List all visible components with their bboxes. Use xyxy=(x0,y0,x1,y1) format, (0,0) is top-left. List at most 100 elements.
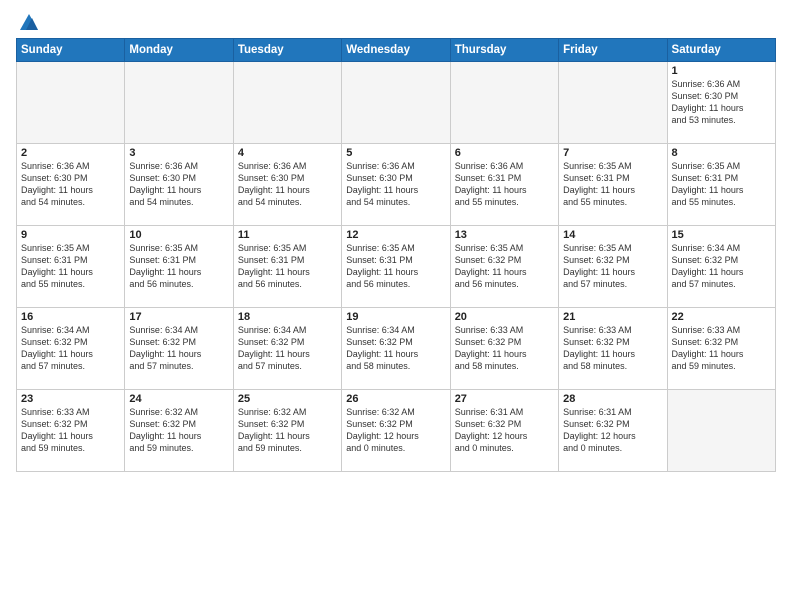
day-number: 10 xyxy=(129,229,228,241)
day-number: 2 xyxy=(21,147,120,159)
calendar-cell: 27Sunrise: 6:31 AM Sunset: 6:32 PM Dayli… xyxy=(450,390,558,472)
day-info: Sunrise: 6:36 AM Sunset: 6:31 PM Dayligh… xyxy=(455,160,554,209)
calendar-cell: 14Sunrise: 6:35 AM Sunset: 6:32 PM Dayli… xyxy=(559,226,667,308)
day-info: Sunrise: 6:35 AM Sunset: 6:32 PM Dayligh… xyxy=(455,242,554,291)
weekday-header-tuesday: Tuesday xyxy=(233,39,341,62)
day-number: 19 xyxy=(346,311,445,323)
day-number: 16 xyxy=(21,311,120,323)
day-info: Sunrise: 6:35 AM Sunset: 6:31 PM Dayligh… xyxy=(672,160,771,209)
weekday-header-row: SundayMondayTuesdayWednesdayThursdayFrid… xyxy=(17,39,776,62)
day-info: Sunrise: 6:32 AM Sunset: 6:32 PM Dayligh… xyxy=(129,406,228,455)
day-number: 6 xyxy=(455,147,554,159)
calendar-cell xyxy=(559,62,667,144)
day-number: 9 xyxy=(21,229,120,241)
day-number: 7 xyxy=(563,147,662,159)
day-info: Sunrise: 6:36 AM Sunset: 6:30 PM Dayligh… xyxy=(346,160,445,209)
day-number: 22 xyxy=(672,311,771,323)
weekday-header-thursday: Thursday xyxy=(450,39,558,62)
day-number: 21 xyxy=(563,311,662,323)
day-number: 28 xyxy=(563,393,662,405)
calendar-cell: 21Sunrise: 6:33 AM Sunset: 6:32 PM Dayli… xyxy=(559,308,667,390)
day-info: Sunrise: 6:33 AM Sunset: 6:32 PM Dayligh… xyxy=(21,406,120,455)
logo xyxy=(16,12,40,30)
calendar-cell xyxy=(233,62,341,144)
day-info: Sunrise: 6:34 AM Sunset: 6:32 PM Dayligh… xyxy=(238,324,337,373)
day-info: Sunrise: 6:32 AM Sunset: 6:32 PM Dayligh… xyxy=(346,406,445,455)
calendar-cell: 17Sunrise: 6:34 AM Sunset: 6:32 PM Dayli… xyxy=(125,308,233,390)
day-number: 8 xyxy=(672,147,771,159)
weekday-header-friday: Friday xyxy=(559,39,667,62)
day-info: Sunrise: 6:32 AM Sunset: 6:32 PM Dayligh… xyxy=(238,406,337,455)
calendar-cell xyxy=(125,62,233,144)
weekday-header-monday: Monday xyxy=(125,39,233,62)
header xyxy=(16,12,776,30)
day-info: Sunrise: 6:35 AM Sunset: 6:31 PM Dayligh… xyxy=(21,242,120,291)
day-number: 12 xyxy=(346,229,445,241)
calendar-cell: 22Sunrise: 6:33 AM Sunset: 6:32 PM Dayli… xyxy=(667,308,775,390)
day-number: 15 xyxy=(672,229,771,241)
calendar-cell: 7Sunrise: 6:35 AM Sunset: 6:31 PM Daylig… xyxy=(559,144,667,226)
day-info: Sunrise: 6:36 AM Sunset: 6:30 PM Dayligh… xyxy=(672,78,771,127)
calendar-cell: 25Sunrise: 6:32 AM Sunset: 6:32 PM Dayli… xyxy=(233,390,341,472)
day-info: Sunrise: 6:35 AM Sunset: 6:31 PM Dayligh… xyxy=(129,242,228,291)
calendar-cell: 12Sunrise: 6:35 AM Sunset: 6:31 PM Dayli… xyxy=(342,226,450,308)
calendar-cell: 11Sunrise: 6:35 AM Sunset: 6:31 PM Dayli… xyxy=(233,226,341,308)
calendar-cell xyxy=(17,62,125,144)
day-info: Sunrise: 6:36 AM Sunset: 6:30 PM Dayligh… xyxy=(21,160,120,209)
week-row-0: 1Sunrise: 6:36 AM Sunset: 6:30 PM Daylig… xyxy=(17,62,776,144)
day-info: Sunrise: 6:34 AM Sunset: 6:32 PM Dayligh… xyxy=(129,324,228,373)
day-number: 5 xyxy=(346,147,445,159)
calendar-cell: 15Sunrise: 6:34 AM Sunset: 6:32 PM Dayli… xyxy=(667,226,775,308)
calendar-cell: 26Sunrise: 6:32 AM Sunset: 6:32 PM Dayli… xyxy=(342,390,450,472)
calendar-cell: 1Sunrise: 6:36 AM Sunset: 6:30 PM Daylig… xyxy=(667,62,775,144)
day-number: 13 xyxy=(455,229,554,241)
day-info: Sunrise: 6:31 AM Sunset: 6:32 PM Dayligh… xyxy=(455,406,554,455)
calendar-cell: 13Sunrise: 6:35 AM Sunset: 6:32 PM Dayli… xyxy=(450,226,558,308)
day-number: 11 xyxy=(238,229,337,241)
day-number: 24 xyxy=(129,393,228,405)
calendar-cell: 24Sunrise: 6:32 AM Sunset: 6:32 PM Dayli… xyxy=(125,390,233,472)
day-info: Sunrise: 6:33 AM Sunset: 6:32 PM Dayligh… xyxy=(455,324,554,373)
calendar: SundayMondayTuesdayWednesdayThursdayFrid… xyxy=(16,38,776,472)
calendar-cell xyxy=(450,62,558,144)
calendar-cell: 8Sunrise: 6:35 AM Sunset: 6:31 PM Daylig… xyxy=(667,144,775,226)
calendar-cell: 16Sunrise: 6:34 AM Sunset: 6:32 PM Dayli… xyxy=(17,308,125,390)
day-number: 25 xyxy=(238,393,337,405)
weekday-header-saturday: Saturday xyxy=(667,39,775,62)
day-number: 17 xyxy=(129,311,228,323)
day-info: Sunrise: 6:36 AM Sunset: 6:30 PM Dayligh… xyxy=(238,160,337,209)
day-number: 27 xyxy=(455,393,554,405)
day-number: 18 xyxy=(238,311,337,323)
day-info: Sunrise: 6:31 AM Sunset: 6:32 PM Dayligh… xyxy=(563,406,662,455)
day-number: 14 xyxy=(563,229,662,241)
day-info: Sunrise: 6:35 AM Sunset: 6:31 PM Dayligh… xyxy=(346,242,445,291)
day-info: Sunrise: 6:35 AM Sunset: 6:31 PM Dayligh… xyxy=(238,242,337,291)
calendar-cell xyxy=(667,390,775,472)
day-number: 26 xyxy=(346,393,445,405)
calendar-cell: 3Sunrise: 6:36 AM Sunset: 6:30 PM Daylig… xyxy=(125,144,233,226)
day-number: 1 xyxy=(672,65,771,77)
day-info: Sunrise: 6:34 AM Sunset: 6:32 PM Dayligh… xyxy=(21,324,120,373)
calendar-cell xyxy=(342,62,450,144)
calendar-cell: 9Sunrise: 6:35 AM Sunset: 6:31 PM Daylig… xyxy=(17,226,125,308)
calendar-cell: 2Sunrise: 6:36 AM Sunset: 6:30 PM Daylig… xyxy=(17,144,125,226)
day-info: Sunrise: 6:34 AM Sunset: 6:32 PM Dayligh… xyxy=(672,242,771,291)
week-row-3: 16Sunrise: 6:34 AM Sunset: 6:32 PM Dayli… xyxy=(17,308,776,390)
day-info: Sunrise: 6:36 AM Sunset: 6:30 PM Dayligh… xyxy=(129,160,228,209)
day-info: Sunrise: 6:35 AM Sunset: 6:31 PM Dayligh… xyxy=(563,160,662,209)
calendar-cell: 10Sunrise: 6:35 AM Sunset: 6:31 PM Dayli… xyxy=(125,226,233,308)
day-info: Sunrise: 6:34 AM Sunset: 6:32 PM Dayligh… xyxy=(346,324,445,373)
page: SundayMondayTuesdayWednesdayThursdayFrid… xyxy=(0,0,792,612)
calendar-cell: 18Sunrise: 6:34 AM Sunset: 6:32 PM Dayli… xyxy=(233,308,341,390)
calendar-cell: 20Sunrise: 6:33 AM Sunset: 6:32 PM Dayli… xyxy=(450,308,558,390)
logo-icon xyxy=(18,12,40,34)
calendar-cell: 4Sunrise: 6:36 AM Sunset: 6:30 PM Daylig… xyxy=(233,144,341,226)
calendar-cell: 5Sunrise: 6:36 AM Sunset: 6:30 PM Daylig… xyxy=(342,144,450,226)
day-number: 3 xyxy=(129,147,228,159)
calendar-cell: 23Sunrise: 6:33 AM Sunset: 6:32 PM Dayli… xyxy=(17,390,125,472)
calendar-cell: 28Sunrise: 6:31 AM Sunset: 6:32 PM Dayli… xyxy=(559,390,667,472)
day-number: 4 xyxy=(238,147,337,159)
day-number: 23 xyxy=(21,393,120,405)
week-row-2: 9Sunrise: 6:35 AM Sunset: 6:31 PM Daylig… xyxy=(17,226,776,308)
week-row-4: 23Sunrise: 6:33 AM Sunset: 6:32 PM Dayli… xyxy=(17,390,776,472)
